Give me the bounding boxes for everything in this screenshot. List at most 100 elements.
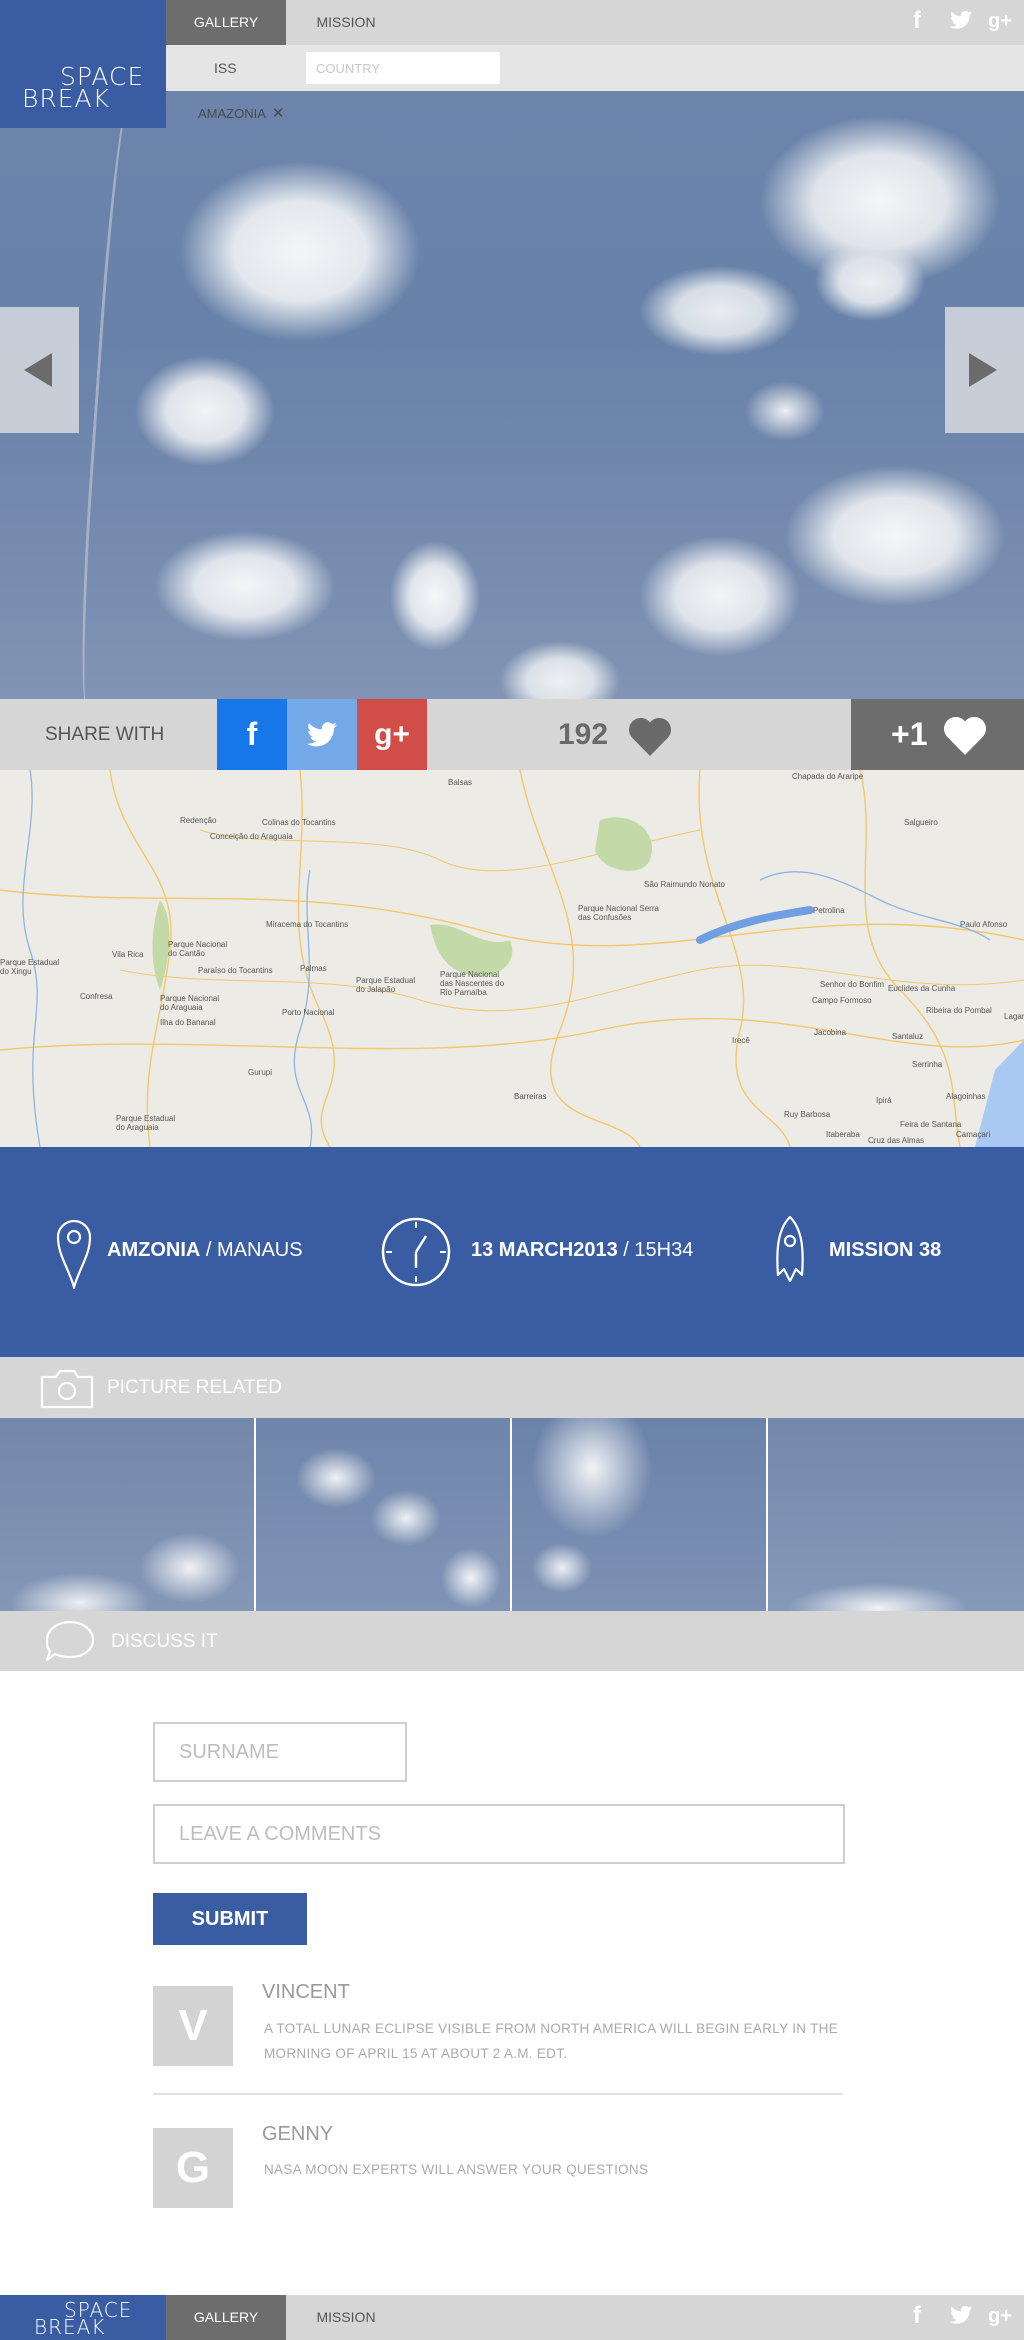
camera-icon xyxy=(40,1369,94,1409)
date-text: 13 MARCH2013 / 15H34 xyxy=(471,1239,694,1261)
share-bar: SHARE WITH f g+ 192 +1 xyxy=(0,699,1024,770)
logo-text: SPACE BREAK xyxy=(22,62,145,113)
remove-tag-icon[interactable]: ✕ xyxy=(272,105,285,122)
like-count: 192 xyxy=(558,718,609,751)
share-facebook-button[interactable]: f xyxy=(217,699,287,770)
twitter-icon[interactable] xyxy=(950,10,972,36)
tab-mission[interactable]: MISSION xyxy=(286,0,406,45)
map-label: Barreiras xyxy=(514,1092,547,1101)
comment-author: VINCENT xyxy=(262,1981,350,2003)
footer-tab-gallery[interactable]: GALLERY xyxy=(166,2295,286,2340)
speech-bubble-icon xyxy=(45,1620,95,1662)
twitter-icon[interactable] xyxy=(950,2305,972,2331)
facebook-icon[interactable]: f xyxy=(913,8,921,34)
logo[interactable]: SPACE BREAK xyxy=(0,0,166,128)
map-label: Parque Estadual do Araguaia xyxy=(116,1114,176,1132)
map-label: Alagoinhas xyxy=(946,1092,986,1101)
avatar: G xyxy=(153,2128,233,2208)
map-label: Parque Nacional do Araguaia xyxy=(160,994,220,1012)
comment-author: GENNY xyxy=(262,2123,334,2145)
related-thumbnail[interactable] xyxy=(256,1418,510,1611)
map-label: Petrolina xyxy=(813,906,845,915)
info-mission: MISSION 38 xyxy=(772,1147,1002,1357)
map-label: Irecê xyxy=(732,1036,750,1045)
logo-text: SPACE BREAK xyxy=(34,2298,133,2339)
map-pin-icon xyxy=(56,1219,92,1289)
map-label: Senhor do Bonfim xyxy=(820,980,885,989)
footer: SPACE BREAK GALLERY MISSION f g+ xyxy=(0,2295,1024,2340)
tab-gallery[interactable]: GALLERY xyxy=(166,0,286,45)
plus-one-label: +1 xyxy=(891,716,928,752)
google-plus-icon[interactable]: g+ xyxy=(988,8,1012,34)
footer-logo[interactable]: SPACE BREAK xyxy=(0,2295,166,2340)
river-decor xyxy=(72,91,158,699)
hero-image xyxy=(0,91,1024,699)
country-input[interactable] xyxy=(306,52,500,84)
map-label: Parque Estadual do Jalapão xyxy=(356,976,416,994)
facebook-icon[interactable]: f xyxy=(913,2303,921,2329)
map-label: Ipirá xyxy=(876,1096,892,1105)
heart-icon[interactable] xyxy=(628,716,672,756)
map-label: Euclides da Cunha xyxy=(888,984,956,993)
google-plus-icon[interactable]: g+ xyxy=(988,2303,1012,2329)
avatar: V xyxy=(153,1986,233,2066)
share-label: SHARE WITH xyxy=(45,724,165,745)
comment-text: NASA MOON EXPERTS WILL ANSWER YOUR QUEST… xyxy=(264,2162,649,2177)
info-location: AMZONIA / MANAUS xyxy=(55,1147,355,1357)
info-date: 13 MARCH2013 / 15H34 xyxy=(380,1147,720,1357)
location-map[interactable]: Chapada do Araripe Balsas Redenção Colin… xyxy=(0,770,1024,1147)
map-label: Porto Nacional xyxy=(282,1008,335,1017)
share-twitter-button[interactable] xyxy=(287,699,357,770)
comment-field[interactable] xyxy=(153,1804,845,1864)
surname-field[interactable] xyxy=(153,1722,407,1782)
map-label: Palmas xyxy=(300,964,327,973)
map-label: Colinas do Tocantins xyxy=(262,818,336,827)
share-google-plus-button[interactable]: g+ xyxy=(357,699,427,770)
next-image-button[interactable] xyxy=(945,307,1024,433)
map-label: Campo Formoso xyxy=(812,996,872,1005)
map-label: Parque Nacional do Cantão xyxy=(168,940,228,958)
map-label: Gurupi xyxy=(248,1068,273,1077)
comment-divider xyxy=(153,2093,843,2095)
chevron-right-icon xyxy=(969,353,997,387)
map-label: Chapada do Araripe xyxy=(792,772,864,781)
source-filter-iss[interactable]: ISS xyxy=(214,45,237,91)
plus-one-button[interactable]: +1 xyxy=(851,699,1024,770)
map-label: São Raimundo Nonato xyxy=(644,880,725,889)
related-thumbnail[interactable] xyxy=(0,1418,254,1611)
map-label: Balsas xyxy=(448,778,473,787)
map-drawing xyxy=(0,770,1024,1147)
map-label: Paulo Afonso xyxy=(960,920,1008,929)
footer-tab-mission[interactable]: MISSION xyxy=(286,2295,406,2340)
map-label: Parque Nacional Serra das Confusões xyxy=(578,904,659,922)
map-label: Ribeira do Pombal xyxy=(926,1006,992,1015)
location-text: AMZONIA / MANAUS xyxy=(107,1239,303,1261)
map-label: Cruz das Almas xyxy=(868,1136,925,1145)
map-label: Parque Estadual do Xingu xyxy=(0,958,60,976)
mission-text: MISSION 38 xyxy=(829,1239,942,1261)
map-label: Ilha do Bananal xyxy=(160,1018,216,1027)
facebook-icon: f xyxy=(246,716,258,752)
related-pictures xyxy=(0,1418,1024,1611)
comment-text: A TOTAL LUNAR ECLIPSE VISIBLE FROM NORTH… xyxy=(264,2021,839,2061)
map-label: Vila Rica xyxy=(112,950,144,959)
discuss-title: DISCUSS IT xyxy=(111,1631,218,1652)
photo-info: AMZONIA / MANAUS 13 MARCH2013 / 15H34 MI… xyxy=(0,1147,1024,1357)
related-header: PICTURE RELATED xyxy=(0,1357,1024,1418)
map-label: Parque Nacional das Nascentes do Rio Par… xyxy=(440,970,505,997)
heart-icon xyxy=(943,716,987,755)
twitter-icon xyxy=(307,722,337,747)
prev-image-button[interactable] xyxy=(0,307,79,433)
map-label: Santaluz xyxy=(892,1032,924,1041)
map-label: Jacobina xyxy=(814,1028,847,1037)
map-label: Camaçari xyxy=(956,1130,991,1139)
filter-bar: ISS xyxy=(166,45,1024,91)
related-thumbnail[interactable] xyxy=(512,1418,766,1611)
map-label: Confresa xyxy=(80,992,113,1001)
map-label: Miracema do Tocantins xyxy=(266,920,349,929)
clock-icon xyxy=(381,1217,451,1287)
submit-button[interactable]: SUBMIT xyxy=(153,1893,307,1945)
related-thumbnail[interactable] xyxy=(768,1418,1024,1611)
map-label: Paraíso do Tocantins xyxy=(198,966,273,975)
rocket-icon xyxy=(776,1215,804,1283)
